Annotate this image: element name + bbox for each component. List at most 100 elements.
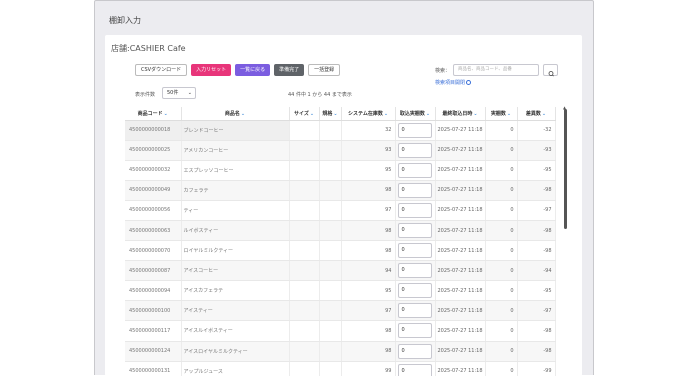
table-row: 4500000000025 アメリカンコーヒー 93 0 2025-07-27 11:1… — [125, 140, 556, 161]
entered-count-input[interactable]: 0 — [397, 283, 432, 299]
per-page-value: 50件 — [167, 90, 179, 96]
cell-size — [289, 361, 320, 376]
cell-spec — [319, 220, 342, 242]
cell-code: 4500000000117 — [125, 320, 182, 342]
cell-diff: -99 — [517, 361, 556, 376]
cell-code: 4500000000070 — [125, 240, 182, 262]
table-row: 4500000000070 ロイヤルミルクティー 98 0 2025-07-27 11:… — [125, 240, 556, 262]
entered-count-input[interactable]: 0 — [397, 243, 432, 259]
cell-actual-count: 0 — [485, 160, 518, 181]
cell-last-import: 2025-07-27 11:18 — [435, 220, 486, 242]
cell-actual-count: 0 — [485, 180, 518, 201]
cell-size — [289, 260, 320, 282]
table-row: 4500000000032 エスプレッソコーヒー 95 0 2025-07-27 11:… — [125, 160, 556, 181]
cell-spec — [319, 300, 342, 322]
cell-last-import: 2025-07-27 11:18 — [435, 240, 486, 262]
col-header-name[interactable]: 商品名⌄ — [181, 107, 290, 121]
entered-count-input[interactable]: 0 — [397, 182, 432, 198]
col-header-diff[interactable]: 差異数⌄ — [517, 107, 556, 121]
entered-count-input[interactable]: 0 — [397, 142, 432, 158]
cell-diff: -98 — [517, 341, 556, 362]
entered-count-input[interactable]: 0 — [397, 363, 432, 376]
cell-actual-count: 0 — [485, 260, 518, 282]
cell-diff: -95 — [517, 160, 556, 181]
prep-complete-button[interactable]: 準備完了 — [274, 64, 305, 76]
cell-diff: -95 — [517, 280, 556, 302]
cell-name: ルイボスティー — [181, 220, 290, 242]
col-header-system-stock[interactable]: システム在庫数⌄ — [341, 107, 396, 121]
cell-name: アイスルイボスティー — [181, 320, 290, 342]
cell-name: アイスロイヤルミルクティー — [181, 341, 290, 362]
cell-actual-count: 0 — [485, 300, 518, 322]
table-row: 4500000000018 ブレンドコーヒー 32 0 2025-07-27 11:18… — [125, 120, 556, 141]
cell-entered-count: 0 — [395, 120, 436, 141]
table-row: 4500000000056 ティー 97 0 2025-07-27 11:18 0 -97 — [125, 200, 556, 221]
app-frame: 棚卸入力 店舗:CASHIER Cafe CSVダウンロード 入力リセット 一覧… — [94, 0, 594, 376]
cell-entered-count: 0 — [395, 200, 436, 221]
reset-input-button[interactable]: 入力リセット — [191, 64, 232, 76]
cell-last-import: 2025-07-27 11:18 — [435, 341, 486, 362]
cell-size — [289, 140, 320, 161]
sort-icon: ⌄ — [541, 110, 547, 117]
cell-diff: -32 — [517, 120, 556, 141]
table-scrollbar[interactable] — [564, 109, 567, 229]
table-header-row: 商品コード⌄ 商品名⌄ サイズ⌄ 規格⌄ システム在庫数⌄ 取込実棚数⌄ 最終取… — [125, 107, 556, 121]
entered-count-input[interactable]: 0 — [397, 323, 432, 339]
entered-count-input[interactable]: 0 — [397, 202, 432, 218]
entered-count-input[interactable]: 0 — [397, 162, 432, 178]
entered-count-input[interactable]: 0 — [397, 303, 432, 319]
table-row: 4500000000117 アイスルイボスティー 98 0 2025-07-27 11:… — [125, 320, 556, 342]
cell-diff: -98 — [517, 320, 556, 342]
cell-size — [289, 300, 320, 322]
cell-diff: -97 — [517, 300, 556, 322]
cell-system-stock: 95 — [341, 160, 396, 181]
cell-entered-count: 0 — [395, 160, 436, 181]
cell-system-stock: 32 — [341, 120, 396, 141]
cell-diff: -94 — [517, 260, 556, 282]
cell-diff: -98 — [517, 220, 556, 242]
entered-count-input[interactable]: 0 — [397, 223, 432, 239]
cell-last-import: 2025-07-27 11:18 — [435, 160, 486, 181]
cell-code: 4500000000100 — [125, 300, 182, 322]
cell-system-stock: 97 — [341, 200, 396, 221]
cell-system-stock: 95 — [341, 280, 396, 302]
cell-diff: -93 — [517, 140, 556, 161]
col-header-actual-count[interactable]: 実棚数⌄ — [485, 107, 518, 121]
advanced-search-toggle[interactable]: 検索項目開閉 — [435, 79, 472, 86]
col-header-size[interactable]: サイズ⌄ — [289, 107, 320, 121]
cell-size — [289, 341, 320, 362]
cell-actual-count: 0 — [485, 140, 518, 161]
cell-code: 4500000000094 — [125, 280, 182, 302]
per-page-label: 表示件数 — [135, 92, 156, 98]
entered-count-input[interactable]: 0 — [397, 122, 432, 138]
cell-system-stock: 98 — [341, 180, 396, 201]
entered-count-input[interactable]: 0 — [397, 263, 432, 279]
bulk-register-button[interactable]: 一括登録 — [308, 64, 341, 76]
toolbar: CSVダウンロード 入力リセット 一覧に戻る 準備完了 一括登録 — [135, 64, 341, 76]
col-header-last-import[interactable]: 最終取込日時⌄ — [435, 107, 486, 121]
col-header-entered-count[interactable]: 取込実棚数⌄ — [395, 107, 436, 121]
sort-icon: ⌄ — [309, 110, 315, 117]
csv-download-button[interactable]: CSVダウンロード — [135, 64, 188, 76]
cell-system-stock: 97 — [341, 300, 396, 322]
search-input[interactable]: 商品名、商品コード、品番 — [453, 64, 539, 76]
sort-icon: ⌄ — [163, 110, 168, 117]
entered-count-input[interactable]: 0 — [397, 343, 432, 359]
cell-code: 4500000000025 — [125, 140, 182, 161]
back-to-list-button[interactable]: 一覧に戻る — [235, 64, 271, 76]
cell-code: 4500000000049 — [125, 180, 182, 201]
search-button[interactable] — [543, 64, 558, 77]
cell-entered-count: 0 — [395, 361, 436, 376]
sort-icon: ⌄ — [506, 110, 512, 117]
col-header-code[interactable]: 商品コード⌄ — [125, 107, 182, 121]
cell-system-stock: 98 — [341, 320, 396, 342]
cell-size — [289, 280, 320, 302]
cell-spec — [319, 361, 342, 376]
cell-actual-count: 0 — [485, 320, 518, 342]
cell-name: アイスコーヒー — [181, 260, 290, 282]
inventory-table-wrap: 商品コード⌄ 商品名⌄ サイズ⌄ 規格⌄ システム在庫数⌄ 取込実棚数⌄ 最終取… — [125, 107, 571, 376]
cell-last-import: 2025-07-27 11:18 — [435, 120, 486, 141]
cell-spec — [319, 120, 342, 141]
per-page-select[interactable]: 50件 ⌄ — [162, 87, 196, 99]
col-header-spec[interactable]: 規格⌄ — [319, 107, 342, 121]
